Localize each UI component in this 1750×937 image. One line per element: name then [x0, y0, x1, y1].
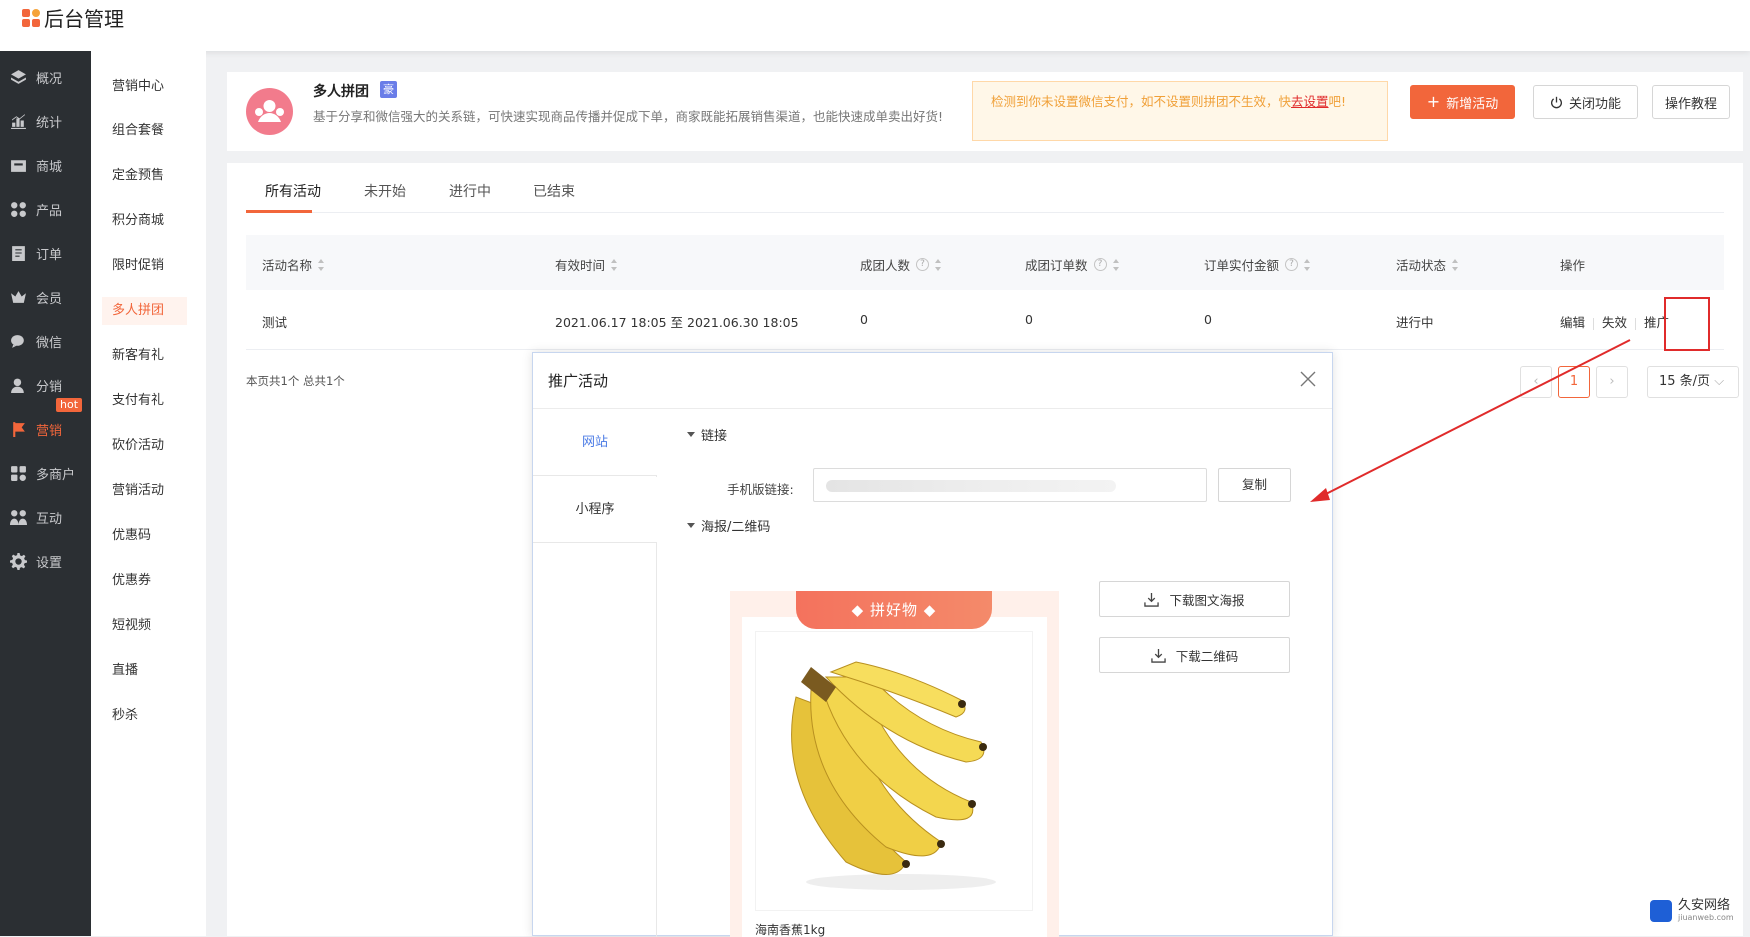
watermark-name: 久安网络: [1678, 898, 1731, 913]
annotation-arrow: [1310, 339, 1631, 502]
watermark-logo-icon: [1650, 899, 1672, 922]
watermark-domain: jiuanweb.com: [1678, 913, 1734, 922]
watermark: 久安网络 jiuanweb.com: [1650, 899, 1734, 922]
